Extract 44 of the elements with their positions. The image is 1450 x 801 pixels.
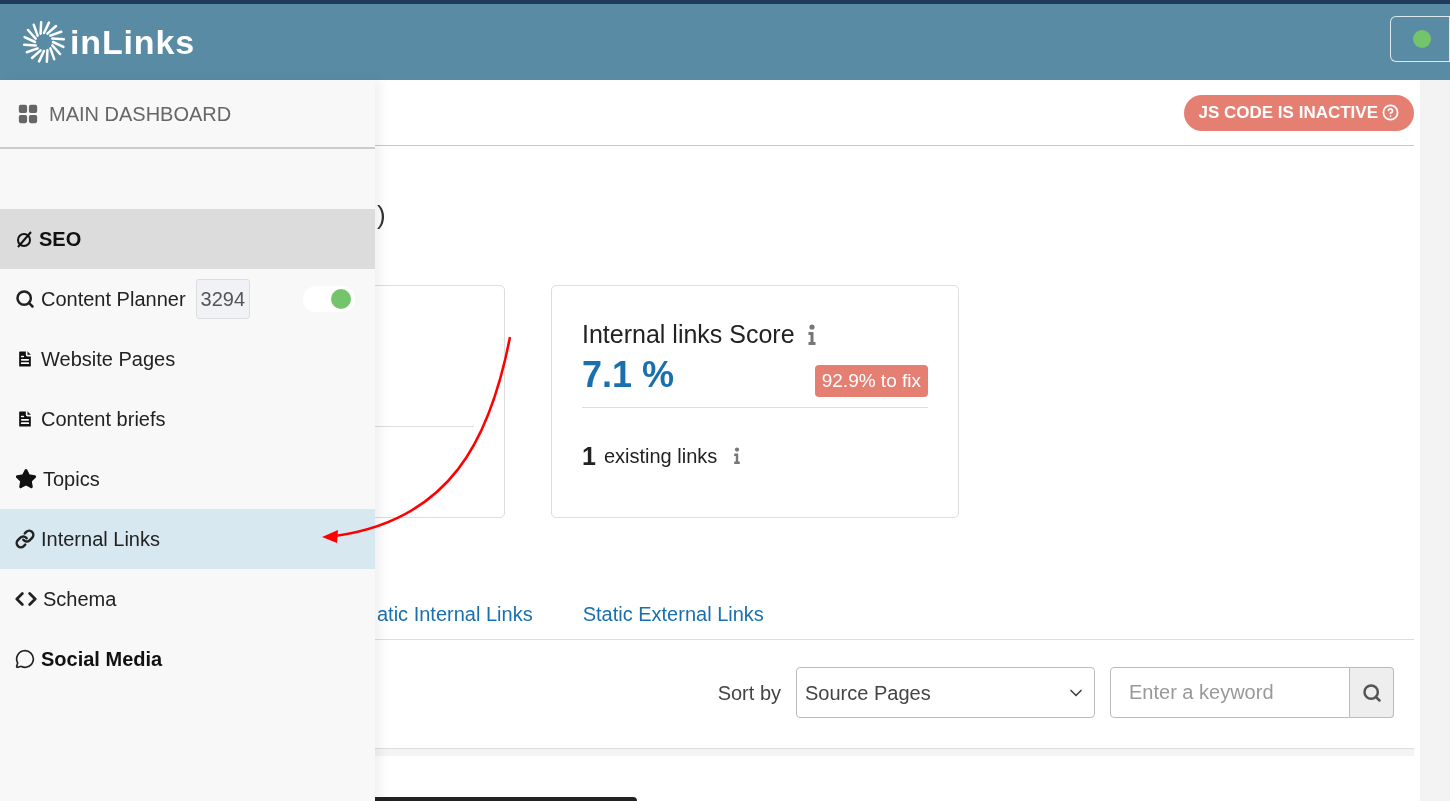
- count-label: existing links: [603, 444, 718, 470]
- logo-icon: [22, 20, 66, 64]
- page-heading: ): [377, 199, 386, 232]
- circle-slash-icon: [15, 230, 33, 248]
- score-value: 7.1 %: [582, 356, 675, 393]
- sidebar-item[interactable]: Schema: [0, 569, 375, 629]
- item-label: Schema: [43, 587, 117, 612]
- sort-label: Sort by: [717, 680, 781, 706]
- sidebar-item[interactable]: Topics: [0, 449, 375, 509]
- link-count: 1: [582, 440, 596, 472]
- star-icon: [15, 468, 37, 490]
- search-icon: [15, 289, 35, 309]
- link-icon: [15, 529, 35, 549]
- toggle-switch[interactable]: [303, 286, 355, 312]
- item-label: Social Media: [41, 647, 163, 672]
- card-title: Internal links Score: [582, 319, 795, 350]
- sidebar-item[interactable]: Website Pages: [0, 329, 375, 389]
- status-button[interactable]: [1390, 16, 1450, 62]
- dashboard-link[interactable]: MAIN DASHBOARD: [49, 98, 232, 129]
- item-label: Website Pages: [41, 347, 176, 372]
- item-label: Internal Links: [41, 527, 160, 552]
- search-button[interactable]: [1350, 667, 1394, 718]
- item-label: Content briefs: [41, 407, 166, 432]
- search-icon: [1361, 682, 1382, 703]
- info-icon: [733, 447, 742, 466]
- help-icon: [1382, 104, 1399, 121]
- tab[interactable]: Static External Links: [582, 598, 764, 629]
- info-icon: [806, 323, 817, 346]
- sidebar-item[interactable]: Social Media: [0, 629, 375, 689]
- chat-icon: [15, 649, 35, 669]
- item-label: Content Planner: [41, 287, 186, 312]
- dashboard-icon: [17, 102, 39, 125]
- sidebar-section[interactable]: SEO: [0, 209, 375, 269]
- count-badge: 3294: [195, 279, 251, 319]
- keyword-search-field[interactable]: Enter a keyword: [1110, 667, 1350, 718]
- item-label: SEO: [39, 227, 82, 252]
- item-label: Topics: [43, 467, 100, 492]
- sort-dropdown[interactable]: Source Pages: [796, 667, 1095, 718]
- sidebar-item[interactable]: Content Planner 3294: [0, 269, 375, 329]
- sidebar-item[interactable]: Internal Links: [0, 509, 375, 569]
- logo-text: inLinks: [70, 25, 195, 59]
- tab[interactable]: atic Internal Links: [377, 598, 533, 629]
- fix-badge: 92.9% to fix: [814, 364, 928, 397]
- sidebar-item[interactable]: Content briefs: [0, 389, 375, 449]
